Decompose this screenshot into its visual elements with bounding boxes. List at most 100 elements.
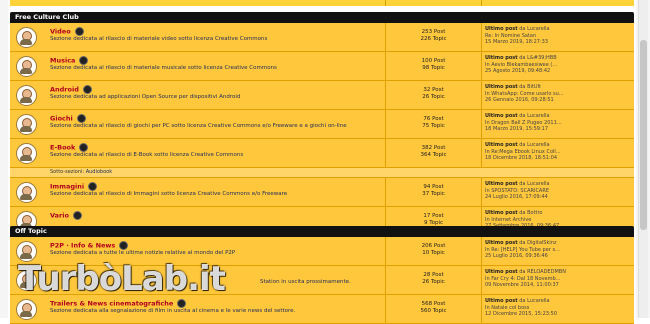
strip-divider [385,0,386,6]
subsections-label: Sotto-sezioni: [50,169,85,175]
forum-row: Trailers & News cinematografiche Sezione… [10,295,634,324]
last-post-label: Ultimo post [485,181,518,187]
last-post: Ultimo post da Lucarella In Dragon Ball … [481,110,635,138]
forum-title[interactable]: Giochi [50,114,86,123]
last-post-author[interactable]: da Bottro [519,210,542,216]
topic-count: 26 Topic [422,94,445,100]
forum-avatar-icon [16,27,37,48]
last-post-author[interactable]: da Lucarella [519,113,549,119]
forum-row: Video Sezione dedicata al rilascio di ma… [10,23,634,52]
forum-stats: 253 Post 226 Topic [385,23,481,51]
scrollbar-thumb[interactable] [640,40,647,230]
forum-status-icon [177,299,187,308]
topic-count: 26 Topic [422,279,445,285]
last-post-author[interactable]: da Lucarella [519,298,549,304]
forum-title-link[interactable]: E-Book [50,144,75,152]
last-post-label: Ultimo post [485,84,518,90]
forum-title-link[interactable]: Android [50,86,79,94]
last-post-author[interactable]: da DigitalSkinz [519,240,556,246]
last-post-author[interactable]: da L&#39;HBB [519,55,556,61]
post-count: 76 Post [423,116,444,122]
forum-stats: 206 Post 10 Topic [385,237,481,265]
post-count: 382 Post [421,145,446,151]
forum-title-link[interactable]: Giochi [50,115,73,123]
strip-divider [481,0,482,6]
last-post-author[interactable]: da RELOADEDMBN [519,269,566,275]
forum-status-icon [76,114,86,123]
category-header[interactable]: Free Culture Club [10,12,634,23]
post-count: 206 Post [421,243,446,249]
last-post-label: Ultimo post [485,298,518,304]
forum-title-link[interactable]: P2P · Info & News [50,242,115,250]
post-count: 28 Post [423,272,444,278]
last-post-date: 15 Marzo 2019, 18:27:33 [485,39,549,45]
last-post-label: Ultimo post [485,113,518,119]
category-header[interactable]: Off Topic [10,226,634,237]
scrollbar[interactable] [638,0,648,318]
forum-title[interactable]: Vario [50,211,82,220]
forum-avatar-icon [16,114,37,135]
last-post-author[interactable]: da Lucarella [519,142,549,148]
last-post-author[interactable]: da Lucarella [519,181,549,187]
forum-title[interactable]: Trailers & News cinematografiche [50,299,187,308]
forum-avatar-icon [16,56,37,77]
last-post-label: Ultimo post [485,210,518,216]
last-post-date: 26 Gennaio 2016, 09:28:51 [485,97,554,103]
last-post-label: Ultimo post [485,240,518,246]
forum-row: Android Sezione dedicata ad applicazioni… [10,81,634,110]
last-post-date: 18 Dicembre 2018, 18:51:04 [485,155,558,161]
post-count: 568 Post [421,301,446,307]
last-post-date: 12 Dicembre 2015, 15:23:50 [485,311,558,317]
post-count: 253 Post [421,29,446,35]
last-post-date: 24 Luglio 2016, 17:09:44 [485,194,548,200]
last-post-label: Ultimo post [485,142,518,148]
post-count: 100 Post [421,58,446,64]
topic-count: 10 Topic [422,250,445,256]
forum-title-link[interactable]: Immagini [50,183,84,191]
forum-description: Sezione dedicata a tutte le ultime notiz… [50,250,236,256]
last-post-author[interactable]: da Lucarella [519,26,549,32]
forum-title[interactable]: Immagini [50,182,98,191]
last-post-label: Ultimo post [485,55,518,61]
last-post: Ultimo post da DigitalSkinz In Re: [HELP… [481,237,635,265]
last-post: Ultimo post da Lucarella In Re:Mega Eboo… [481,139,635,167]
forum-status-icon [119,241,129,250]
forum-info: Video Sezione dedicata al rilascio di ma… [10,23,384,51]
forum-info: Trailers & News cinematografiche Sezione… [10,295,384,323]
last-post-date: 09 Novembre 2014, 11:00:37 [485,282,559,288]
forum-description: Sezione dedicata al rilascio di giochi p… [50,123,347,129]
post-count: 94 Post [423,184,444,190]
subsection-link-audiobook[interactable]: Audiobook [86,169,112,175]
topic-count: 364 Topic [420,152,447,158]
forum-info: Giochi Sezione dedicata al rilascio di g… [10,110,384,138]
forum-title-link[interactable]: Video [50,28,71,36]
topic-count: 75 Topic [422,123,445,129]
last-post: Ultimo post da Lucarella In SPOSTATO: SC… [481,178,635,206]
last-post-author[interactable]: da BitUIt [519,84,541,90]
forum-title[interactable]: Android [50,85,92,94]
forum-stats: 568 Post 560 Topic [385,295,481,323]
forum-title[interactable]: Video [50,27,84,36]
forum-description: Sezione dedicata al rilascio di material… [50,65,277,71]
forum-title[interactable]: P2P · Info & News [50,241,129,250]
forum-status-icon [79,143,89,152]
forum-title-link[interactable]: Musica [50,57,75,65]
forum-title-link[interactable]: Vario [50,212,69,220]
forum-stats: 76 Post 75 Topic [385,110,481,138]
forum-title[interactable]: Musica [50,56,89,65]
forum-status-icon [74,27,84,36]
forum-info: Android Sezione dedicata ad applicazioni… [10,81,384,109]
forum-info: E-Book Sezione dedicata al rilascio di E… [10,139,384,167]
forum-row: Musica Sezione dedicata al rilascio di m… [10,52,634,81]
forum-title[interactable]: E-Book [50,143,89,152]
forum-stats: 100 Post 98 Topic [385,52,481,80]
page-margin-left [0,0,8,318]
forum-stats: 382 Post 364 Topic [385,139,481,167]
post-count: 17 Post [423,213,444,219]
topic-count: 226 Topic [420,36,447,42]
forum-title-link[interactable]: Trailers & News cinematografiche [50,300,173,308]
forum-stats: 32 Post 26 Topic [385,81,481,109]
topic-count: 98 Topic [422,65,445,71]
forum-avatar-icon [16,182,37,203]
forum-description: Sezione dedicata al rilascio di material… [50,36,268,42]
